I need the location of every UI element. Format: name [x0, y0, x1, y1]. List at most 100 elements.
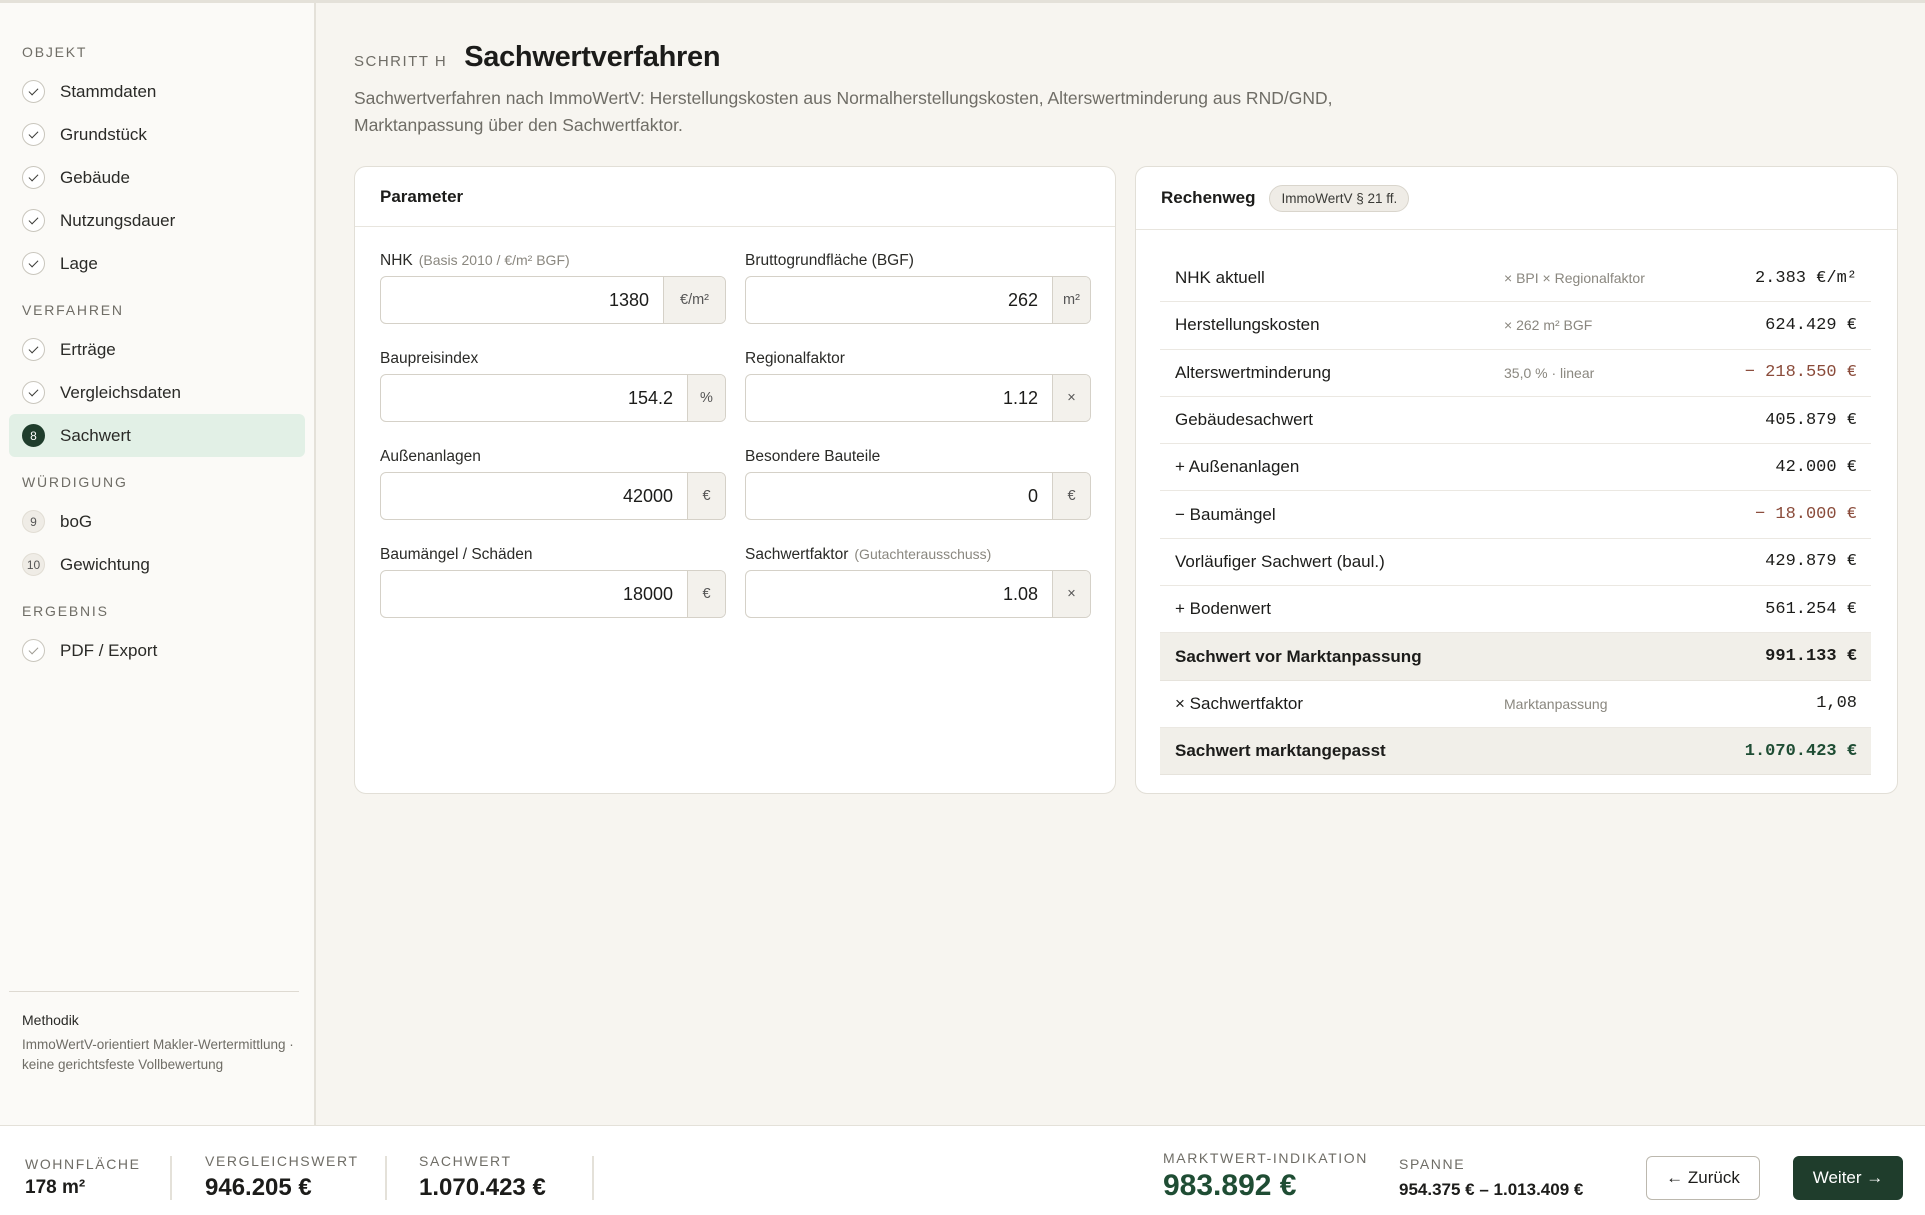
- calculation-value: 1.070.423 €: [1744, 741, 1857, 761]
- nhk-label: NHK: [380, 252, 413, 269]
- sidebar-item-erträge[interactable]: Erträge: [9, 328, 305, 371]
- sidebar-item-label: Erträge: [60, 339, 116, 359]
- step-number-badge: 10: [22, 553, 45, 576]
- calculation-row: NHK aktuell × BPI × Regionalfaktor 2.383 €…: [1160, 255, 1871, 303]
- aussen-label: Außenanlagen: [380, 448, 481, 465]
- calculation-label: + Außenanlagen: [1175, 457, 1300, 477]
- calculation-row: + Bodenwert 561.254 €: [1160, 586, 1871, 634]
- kpi-sachwert: SACHWERT 1.070.423 €: [419, 1153, 546, 1201]
- calculation-note: × 262 m² BGF: [1504, 317, 1593, 334]
- regional-input[interactable]: [746, 375, 1052, 421]
- bgf-input[interactable]: [746, 277, 1052, 323]
- sidebar-item-bog[interactable]: 9 boG: [9, 500, 305, 543]
- calculation-value: 42.000 €: [1775, 457, 1857, 477]
- sidebar-item-label: Stammdaten: [60, 81, 157, 101]
- calculation-label: Sachwert marktangepasst: [1175, 741, 1386, 761]
- field-baumaengel: Baumängel / Schäden €: [380, 546, 726, 618]
- aussen-input[interactable]: [381, 473, 687, 519]
- calculation-note: Marktanpassung: [1504, 695, 1608, 712]
- methodology-note: Methodik ImmoWertV-orientiert Makler-Wer…: [9, 991, 299, 1075]
- faktor-hint: (Gutachterausschuss): [854, 546, 992, 562]
- calculation-row: + Außenanlagen 42.000 €: [1160, 444, 1871, 492]
- divider: [592, 1156, 594, 1200]
- parameter-card: Parameter NHK (Basis 2010 / €/m² BGF) €/m…: [354, 166, 1116, 794]
- sidebar-item-stammdaten[interactable]: Stammdaten: [9, 70, 305, 113]
- sidebar-item-label: Gewichtung: [60, 554, 150, 574]
- sidebar-item-label: Nutzungsdauer: [60, 210, 176, 230]
- sidebar-item-label: Gebäude: [60, 167, 130, 187]
- sidebar-section-title: ERGEBNIS: [22, 603, 109, 619]
- maengel-input[interactable]: [381, 571, 687, 617]
- calculation-card: Rechenweg ImmoWertV § 21 ff. NHK aktuell…: [1135, 166, 1898, 794]
- sidebar-item-vergleichsdaten[interactable]: Vergleichsdaten: [9, 371, 305, 414]
- calculation-card-title: Rechenweg: [1161, 188, 1256, 207]
- sidebar-nav: OBJEKT Stammdaten Grundstück Gebäude Nutzung…: [9, 44, 305, 672]
- check-icon: [22, 338, 45, 361]
- nhk-hint: (Basis 2010 / €/m² BGF): [418, 252, 570, 268]
- bauteile-input[interactable]: [746, 473, 1052, 519]
- calculation-value: − 18.000 €: [1754, 505, 1857, 525]
- kpi-vergleichswert: VERGLEICHSWERT 946.205 €: [205, 1153, 359, 1201]
- calculation-label: − Baumängel: [1175, 504, 1276, 524]
- calculation-label: Vorläufiger Sachwert (baul.): [1175, 551, 1385, 571]
- sidebar-item-gewichtung[interactable]: 10 Gewichtung: [9, 543, 305, 586]
- calculation-row: − Baumängel − 18.000 €: [1160, 491, 1871, 539]
- calculation-row: Sachwert marktangepasst 1.070.423 €: [1160, 727, 1871, 776]
- kpi-wohnflaeche: WOHNFLÄCHE 178 m²: [25, 1156, 141, 1198]
- calculation-label: × Sachwertfaktor: [1175, 693, 1304, 713]
- sidebar-section-title: WÜRDIGUNG: [22, 474, 128, 490]
- summary-bar: WOHNFLÄCHE 178 m² VERGLEICHSWERT 946.205…: [0, 1125, 1925, 1215]
- faktor-label: Sachwertfaktor: [745, 546, 849, 563]
- sidebar-item-lage[interactable]: Lage: [9, 242, 305, 285]
- field-nhk: NHK (Basis 2010 / €/m² BGF) €/m²: [380, 252, 726, 324]
- page-header: SCHRITT H Sachwertverfahren: [354, 41, 721, 74]
- page-description: Sachwertverfahren nach ImmoWertV: Herste…: [354, 88, 1333, 135]
- maengel-unit: €: [687, 571, 725, 617]
- field-regionalfaktor: Regionalfaktor ×: [745, 350, 1091, 422]
- sidebar-section-title: VERFAHREN: [22, 302, 124, 318]
- calculation-row: Vorläufiger Sachwert (baul.) 429.879 €: [1160, 539, 1871, 587]
- sidebar-item-label: Vergleichsdaten: [60, 382, 181, 402]
- faktor-input[interactable]: [746, 571, 1052, 617]
- back-button[interactable]: ← Zurück: [1646, 1156, 1760, 1200]
- bpi-unit: %: [687, 375, 725, 421]
- sidebar-section-title: OBJEKT: [22, 44, 88, 60]
- bgf-label: Bruttogrundfläche (BGF): [745, 252, 914, 269]
- bgf-unit: m²: [1052, 277, 1090, 323]
- nhk-input[interactable]: [381, 277, 663, 323]
- calculation-value: 2.383 €/m²: [1754, 268, 1857, 288]
- divider: [385, 1156, 387, 1200]
- field-besondere-bauteile: Besondere Bauteile €: [745, 448, 1091, 520]
- sidebar-item-gebäude[interactable]: Gebäude: [9, 156, 305, 199]
- sidebar-item-label: boG: [60, 511, 93, 531]
- step-label: SCHRITT H: [354, 53, 448, 70]
- next-button[interactable]: Weiter →: [1793, 1156, 1903, 1200]
- sidebar-item-grundstück[interactable]: Grundstück: [9, 113, 305, 156]
- bauteile-label: Besondere Bauteile: [745, 448, 881, 465]
- page-title: Sachwertverfahren: [464, 41, 721, 73]
- calculation-value: 405.879 €: [1765, 410, 1857, 430]
- legal-reference-badge: ImmoWertV § 21 ff.: [1269, 184, 1410, 212]
- check-icon: [22, 252, 45, 275]
- step-number-badge: 9: [22, 510, 45, 533]
- faktor-unit: ×: [1052, 571, 1090, 617]
- sidebar: OBJEKT Stammdaten Grundstück Gebäude Nutzung…: [0, 3, 316, 1125]
- check-icon: [22, 381, 45, 404]
- calculation-value: 991.133 €: [1765, 647, 1857, 667]
- maengel-label: Baumängel / Schäden: [380, 546, 533, 563]
- sidebar-item-sachwert[interactable]: 8 Sachwert: [9, 414, 305, 457]
- check-icon: [22, 639, 45, 662]
- methodology-text: ImmoWertV-orientiert Makler-Wertermittlu…: [22, 1037, 294, 1072]
- calculation-value: 1,08: [1816, 694, 1857, 714]
- check-icon: [22, 80, 45, 103]
- bpi-label: Baupreisindex: [380, 350, 479, 367]
- calculation-row: Sachwert vor Marktanpassung 991.133 €: [1160, 633, 1871, 681]
- calculation-label: Herstellungskosten: [1175, 315, 1320, 335]
- calculation-table: NHK aktuell × BPI × Regionalfaktor 2.383 €…: [1160, 255, 1871, 776]
- field-baupreisindex: Baupreisindex %: [380, 350, 726, 422]
- calculation-value: 429.879 €: [1765, 552, 1857, 572]
- sidebar-item-nutzungsdauer[interactable]: Nutzungsdauer: [9, 199, 305, 242]
- bpi-input[interactable]: [381, 375, 687, 421]
- sidebar-item-pdf-export[interactable]: PDF / Export: [9, 629, 305, 672]
- calculation-label: Alterswertminderung: [1175, 362, 1331, 382]
